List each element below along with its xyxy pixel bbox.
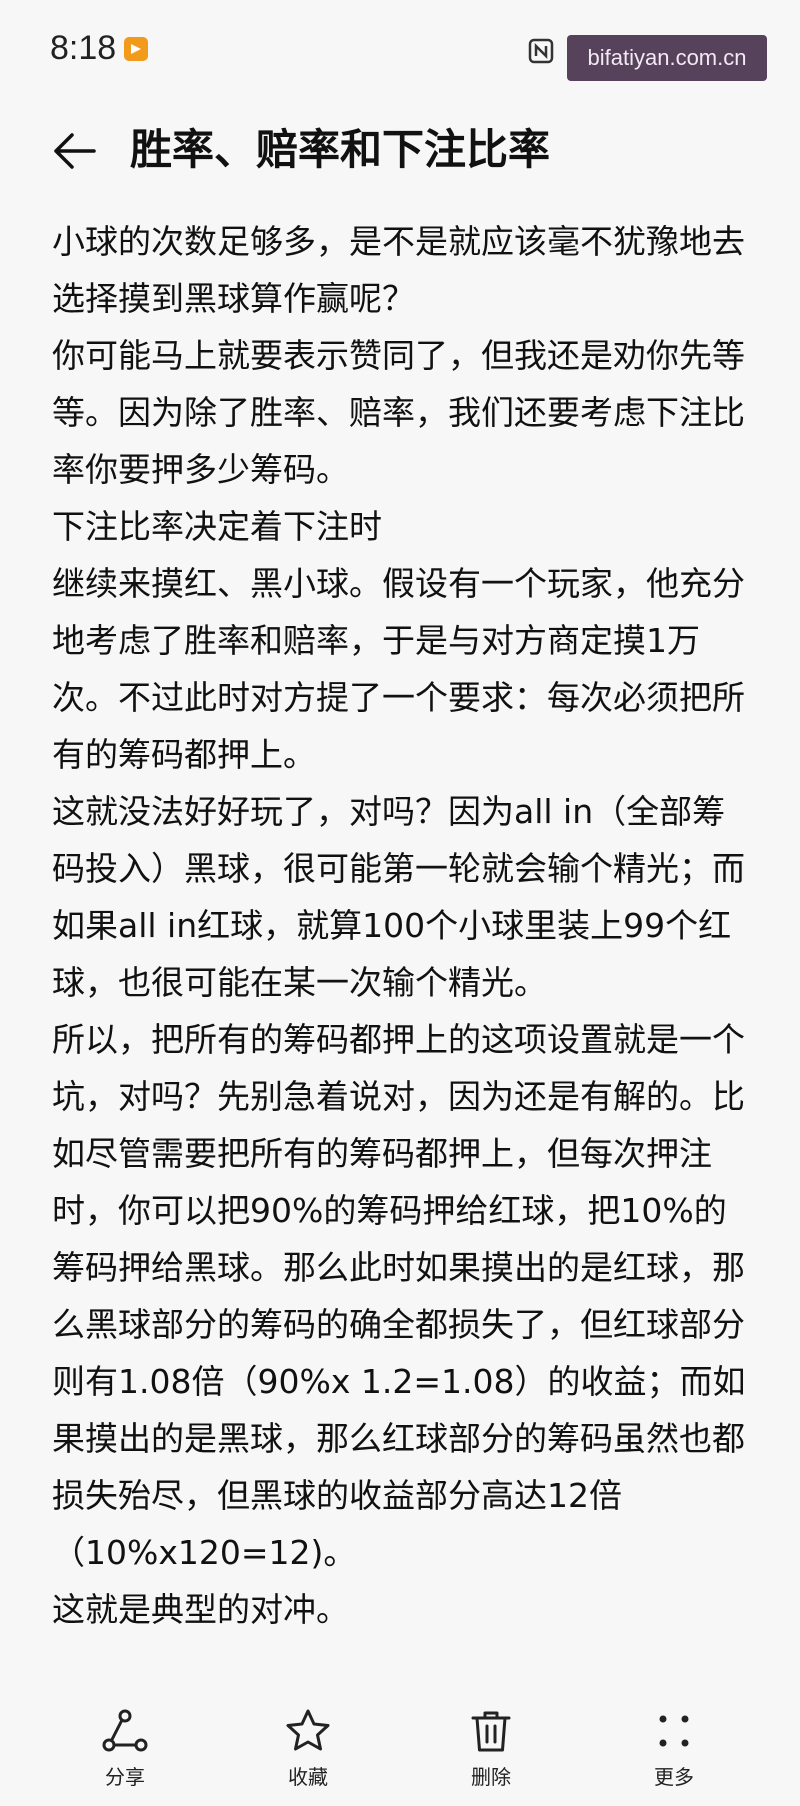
page-title: 胜率、赔率和下注比率: [130, 125, 551, 174]
article-paragraph: 这就没法好好玩了，对吗？因为all in（全部筹码投入）黑球，很可能第一轮就会输…: [52, 792, 745, 1002]
back-button[interactable]: [50, 126, 100, 176]
bottom-toolbar: 分享 收藏 删除 更多: [0, 1695, 800, 1795]
article-paragraph: 所以，把所有的筹码都押上的这项设置就是一个坑，对吗？先别急着说对，因为还是有解的…: [52, 1020, 746, 1572]
share-label: 分享: [105, 1765, 145, 1789]
delete-button[interactable]: 删除: [431, 1695, 551, 1795]
delete-label: 删除: [471, 1765, 511, 1789]
article-paragraph: 下注比率决定着下注时: [52, 507, 382, 546]
article-paragraph: 小球的次数足够多，是不是就应该毫不犹豫地去选择摸到黑球算作赢呢？: [52, 222, 745, 318]
article-body: 小球的次数足够多，是不是就应该毫不犹豫地去选择摸到黑球算作赢呢？ 你可能马上就要…: [52, 213, 752, 1638]
article-paragraph: 继续来摸红、黑小球。假设有一个玩家，他充分地考虑了胜率和赔率，于是与对方商定摸1…: [52, 564, 745, 774]
status-time: 8:18: [50, 29, 117, 67]
favorite-button[interactable]: 收藏: [248, 1695, 368, 1795]
nfc-icon: [528, 38, 554, 64]
more-dots-icon: [659, 1715, 689, 1747]
star-icon: [286, 1709, 330, 1751]
favorite-label: 收藏: [288, 1765, 328, 1789]
status-bar: 8:18 bifatiyan.com.cn: [0, 0, 800, 100]
share-button[interactable]: 分享: [65, 1695, 185, 1795]
arrow-left-icon: [54, 133, 96, 169]
watermark-badge: bifatiyan.com.cn: [567, 35, 767, 81]
trash-icon: [471, 1711, 511, 1752]
app-notification-icon: [124, 37, 148, 61]
more-label: 更多: [654, 1765, 694, 1789]
article-paragraph: 这就是典型的对冲。: [52, 1590, 349, 1629]
article-paragraph: 你可能马上就要表示赞同了，但我还是劝你先等等。因为除了胜率、赔率，我们还要考虑下…: [52, 336, 745, 489]
more-button[interactable]: 更多: [614, 1695, 734, 1795]
app-header: 胜率、赔率和下注比率: [0, 110, 800, 190]
share-icon: [102, 1709, 148, 1752]
